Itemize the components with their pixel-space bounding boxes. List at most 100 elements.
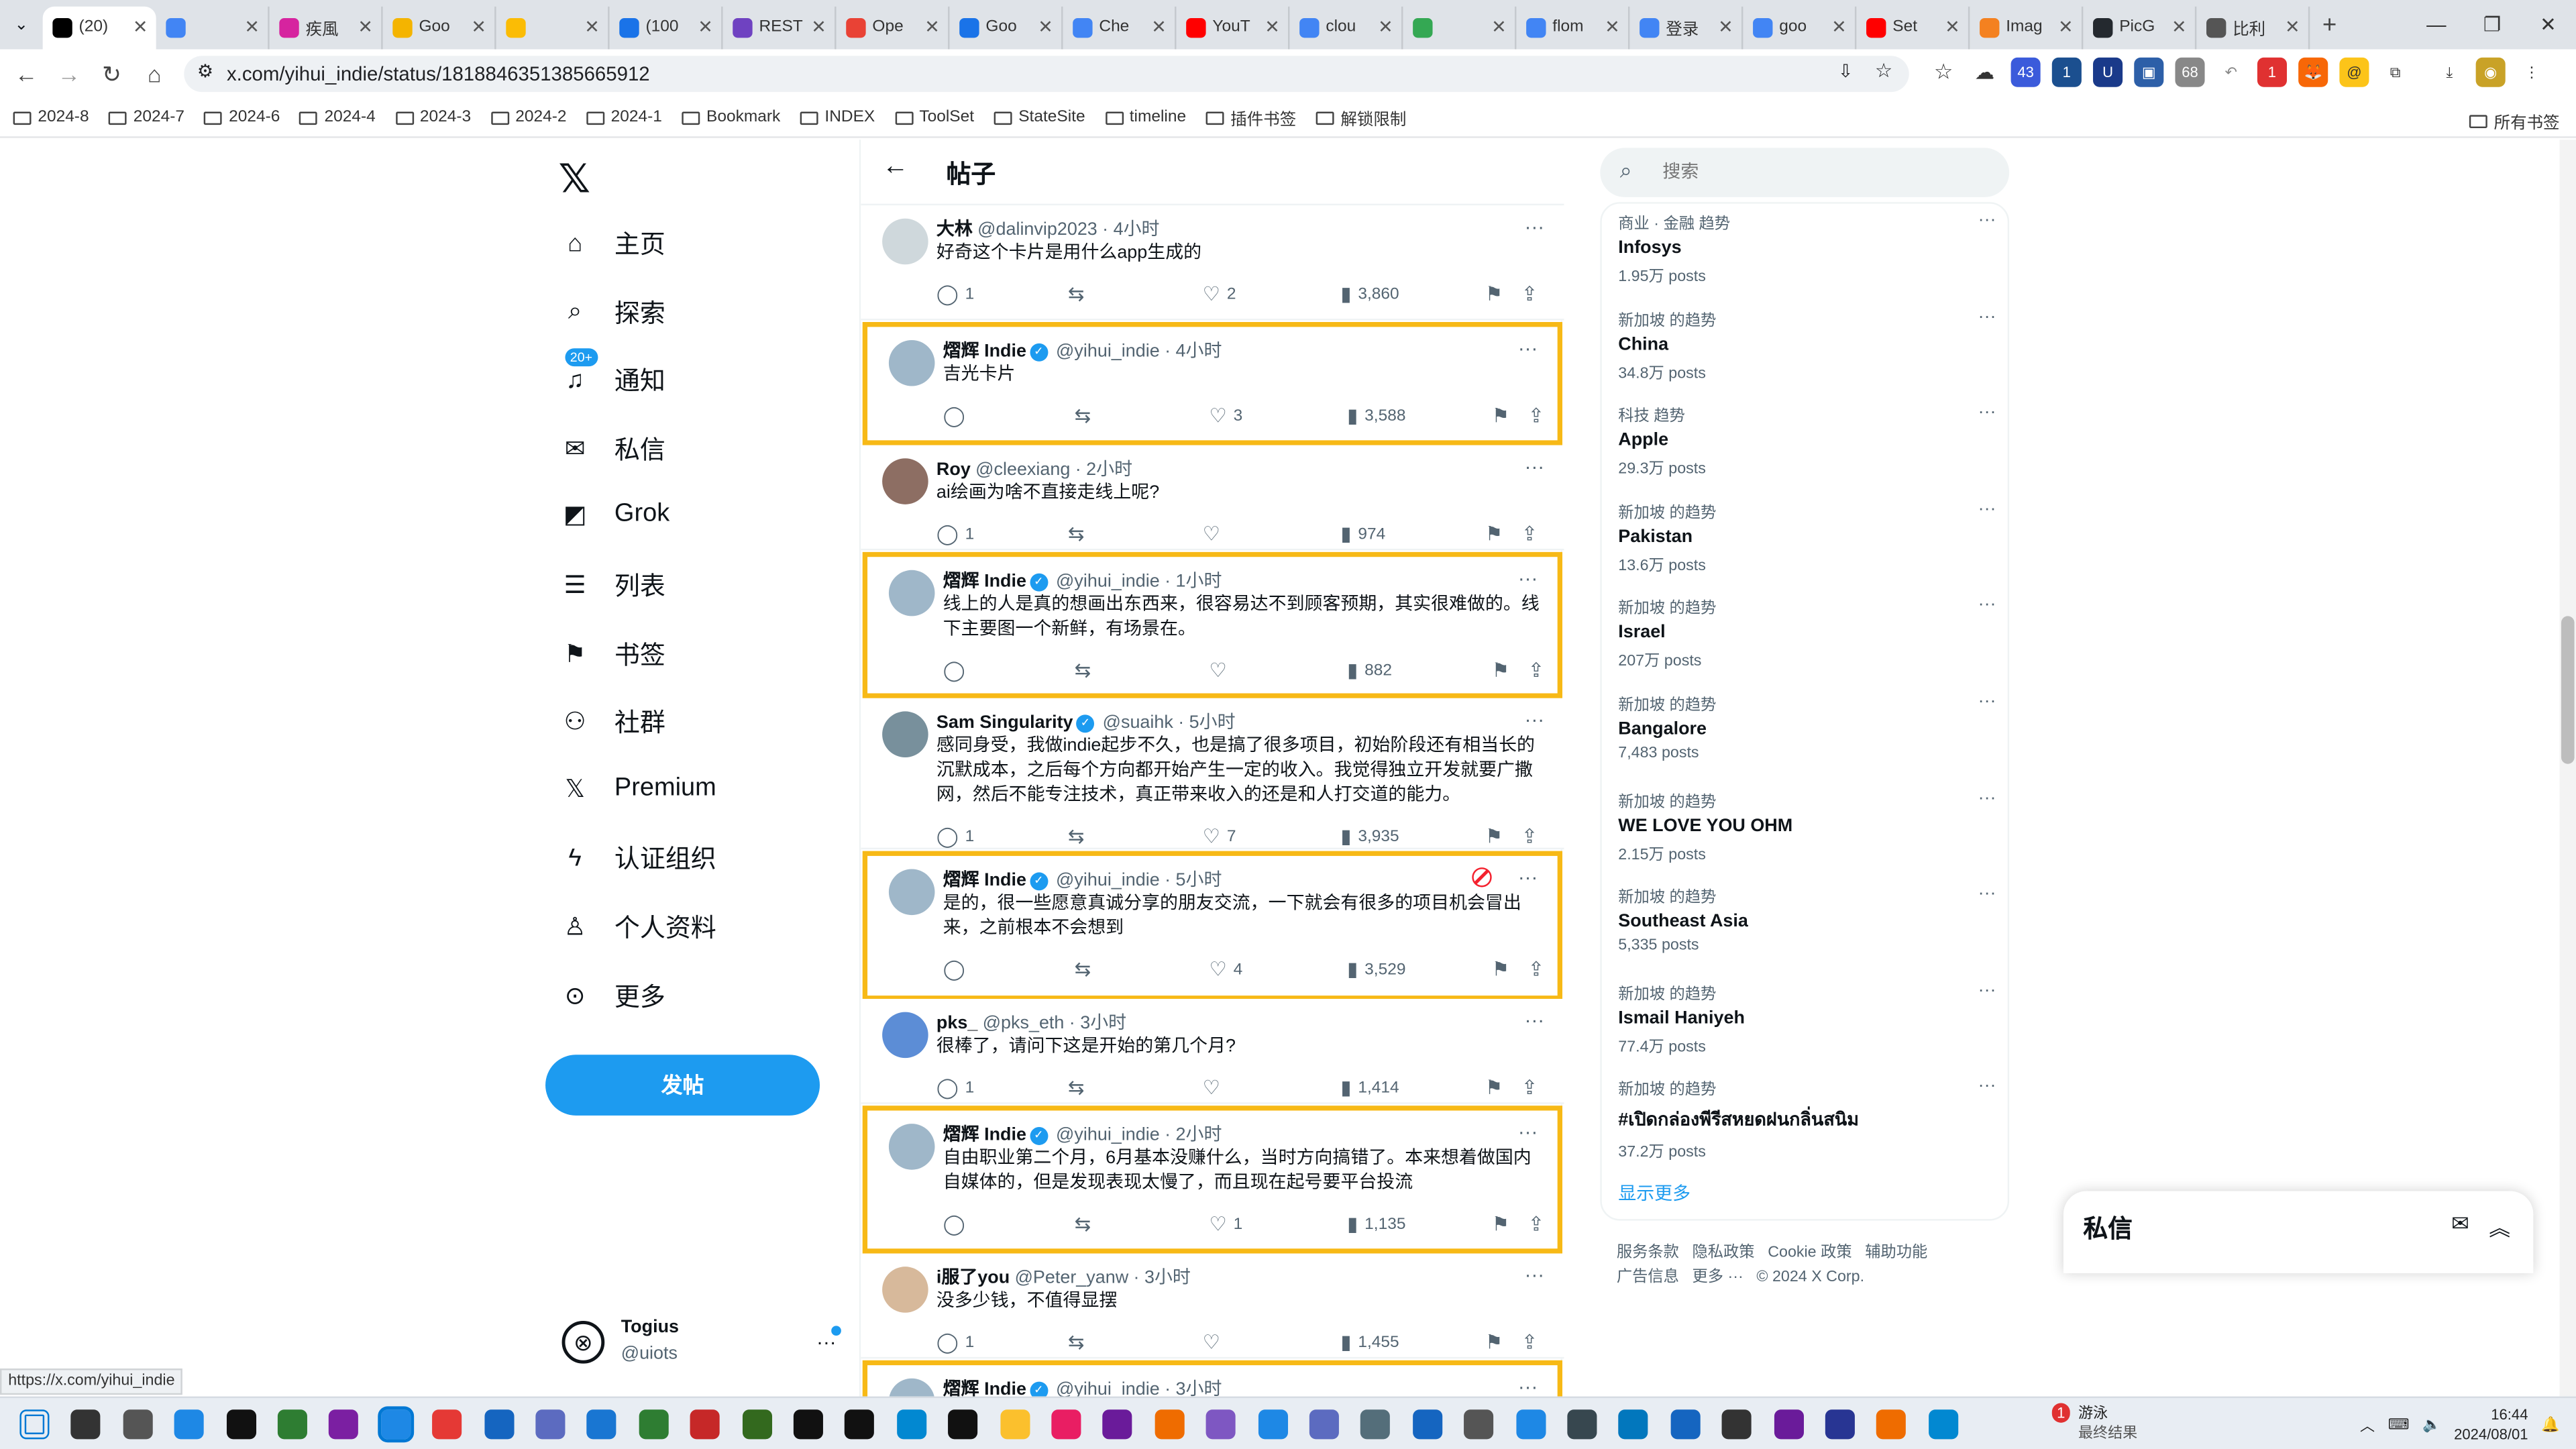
home-button[interactable]: ⌂ xyxy=(133,61,176,87)
app-icon[interactable] xyxy=(1722,1409,1752,1440)
close-tab-icon[interactable]: ✕ xyxy=(244,16,260,38)
browser-tab[interactable]: (20) ✕ xyxy=(42,5,156,49)
app-icon[interactable] xyxy=(1619,1409,1649,1440)
more-options-icon[interactable]: ··· xyxy=(1978,210,1996,229)
app-icon[interactable] xyxy=(1515,1409,1546,1440)
nav-item-0[interactable]: ⌂ 主页 xyxy=(559,225,665,262)
url-field[interactable]: ⚙ x.com/yihui_indie/status/1818846351385… xyxy=(184,56,1909,93)
app-icon[interactable] xyxy=(1825,1409,1855,1440)
bookmark-button[interactable]: ⚑ xyxy=(1492,958,1509,981)
tweet[interactable]: pks_ @pks_eth · 3小时 ··· 很棒了，请问下这是开始的第几个月? ◯ 1 ⇆… xyxy=(861,998,1564,1104)
extension-badge-b[interactable]: 1 xyxy=(2051,57,2082,87)
views-button[interactable]: ▮ 1,455 xyxy=(1340,1331,1399,1354)
close-tab-icon[interactable]: ✕ xyxy=(2171,16,2187,38)
like-button[interactable]: ♡ 4 xyxy=(1209,958,1242,981)
retweet-button[interactable]: ⇆ xyxy=(1068,282,1091,305)
tweet-time[interactable]: · 2小时 xyxy=(1165,1126,1222,1145)
tweet[interactable]: 熠辉 Indie ✓ @yihui_indie · 2小时 ··· 自由职业第二个月，6月… xyxy=(862,1106,1562,1254)
maximize-button[interactable]: ❐ xyxy=(2464,0,2520,49)
more-options-icon[interactable]: ··· xyxy=(1525,1009,1544,1032)
app-icon[interactable] xyxy=(896,1409,926,1440)
minimize-button[interactable]: — xyxy=(2408,0,2464,49)
new-tab-button[interactable]: + xyxy=(2310,11,2349,39)
bookmark-item[interactable]: 2024-6 xyxy=(204,109,280,127)
task-view-icon[interactable] xyxy=(123,1409,153,1440)
like-button[interactable]: ♡ 2 xyxy=(1203,282,1236,305)
more-options-icon[interactable]: ··· xyxy=(1518,1120,1538,1143)
star-icon[interactable]: ☆ xyxy=(1875,59,1892,82)
tweet[interactable]: 熠辉 Indie ✓ @yihui_indie · 5小时 ··· 是的，很一些愿意真诚分… xyxy=(862,851,1562,1001)
retweet-button[interactable]: ⇆ xyxy=(1068,824,1091,847)
bookmark-item[interactable]: 2024-1 xyxy=(586,109,662,127)
bookmark-button[interactable]: ⚑ xyxy=(1485,1331,1503,1354)
views-button[interactable]: ▮ 3,935 xyxy=(1340,824,1399,847)
tweet-handle[interactable]: @yihui_indie xyxy=(1056,871,1160,890)
bookmark-button[interactable]: ⚑ xyxy=(1492,659,1509,682)
close-tab-icon[interactable]: ✕ xyxy=(1151,16,1167,38)
profile-avatar-icon[interactable]: ◉ xyxy=(2475,57,2506,87)
share-button[interactable]: ⇪ xyxy=(1521,824,1538,847)
tab-search-button[interactable]: ⌄ xyxy=(0,15,43,34)
close-tab-icon[interactable]: ✕ xyxy=(2058,16,2074,38)
close-window-button[interactable]: ✕ xyxy=(2520,0,2576,49)
app-icon[interactable] xyxy=(1155,1409,1185,1440)
trend-item[interactable]: 商业 · 金融 趋势 Infosys 1.95万 posts ··· xyxy=(1618,210,1996,286)
reload-button[interactable]: ↻ xyxy=(91,60,133,88)
clock[interactable]: 16:44 2024/08/01 xyxy=(2454,1405,2528,1444)
more-options-icon[interactable]: ··· xyxy=(1525,1263,1544,1286)
browser-tab[interactable]: Che ✕ xyxy=(1063,5,1177,49)
tweet-author-name[interactable]: i服了you xyxy=(936,1269,1010,1288)
bookmark-item[interactable]: 2024-2 xyxy=(490,109,567,127)
app-icon[interactable] xyxy=(1206,1409,1236,1440)
page-scrollbar[interactable] xyxy=(2559,140,2576,1397)
reply-button[interactable]: ◯ 1 xyxy=(936,1331,974,1354)
browser-tab[interactable]: Goo ✕ xyxy=(383,5,496,49)
bookmark-item[interactable]: ToolSet xyxy=(894,109,974,127)
tweet-author-name[interactable]: Sam Singularity xyxy=(936,713,1073,733)
nav-item-5[interactable]: ☰ 列表 xyxy=(559,567,665,603)
chevron-up-icon[interactable]: ︿ xyxy=(2360,1413,2375,1435)
trend-item[interactable]: 新加坡 的趋势 #เปิดกล่องพีรีสหยดฝนกลิ่นสนิม 37.2… xyxy=(1618,1077,1996,1162)
reply-button[interactable]: ◯ 1 xyxy=(936,1076,974,1099)
browser-tab[interactable]: ✕ xyxy=(1403,5,1517,49)
store-icon[interactable] xyxy=(1412,1409,1442,1440)
download-icon[interactable]: ⤓ xyxy=(2434,57,2465,87)
like-button[interactable]: ♡ xyxy=(1203,1331,1227,1354)
tweet-author-name[interactable]: 大林 xyxy=(936,220,973,239)
footer-link[interactable]: 服务条款 xyxy=(1617,1244,1679,1262)
retweet-button[interactable]: ⇆ xyxy=(1075,1212,1097,1235)
close-tab-icon[interactable]: ✕ xyxy=(584,16,600,38)
browser-tab[interactable]: PicG ✕ xyxy=(2083,5,2197,49)
avatar[interactable] xyxy=(882,1267,928,1313)
like-button[interactable]: ♡ xyxy=(1209,659,1233,682)
bookmark-item[interactable]: timeline xyxy=(1104,109,1186,127)
post-button[interactable]: 发帖 xyxy=(545,1055,820,1116)
app-icon[interactable] xyxy=(1000,1409,1030,1440)
avatar[interactable] xyxy=(882,711,928,757)
browser-tab[interactable]: Set ✕ xyxy=(1856,5,1970,49)
more-options-icon[interactable]: ··· xyxy=(1518,567,1538,590)
footer-link[interactable]: 更多 ··· xyxy=(1693,1269,1743,1287)
app-icon[interactable] xyxy=(690,1409,720,1440)
terminal-icon[interactable] xyxy=(1670,1409,1701,1440)
bookmark-button[interactable]: ⚑ xyxy=(1485,523,1503,545)
app-icon[interactable] xyxy=(329,1409,359,1440)
close-tab-icon[interactable]: ✕ xyxy=(924,16,940,38)
reply-button[interactable]: ◯ 1 xyxy=(936,523,974,545)
tweet-author-name[interactable]: pks_ xyxy=(936,1014,977,1033)
account-switcher[interactable]: ⊗ Togius @uiots ··· xyxy=(561,1314,850,1380)
nav-item-7[interactable]: ⚇ 社群 xyxy=(559,704,665,740)
like-button[interactable]: ♡ 1 xyxy=(1209,1212,1242,1235)
trend-item[interactable]: 新加坡 的趋势 Bangalore 7,483 posts ··· xyxy=(1618,692,1996,762)
views-button[interactable]: ▮ 882 xyxy=(1347,659,1392,682)
browser-tab[interactable]: 疾風 ✕ xyxy=(270,5,383,49)
bookmark-item[interactable]: 2024-8 xyxy=(13,109,89,127)
tweet[interactable]: i服了you @Peter_yanw · 3小时 ··· 没多少钱，不值得显摆 ◯ 1 ⇆ ♡ ▮… xyxy=(861,1253,1564,1359)
browser-tab[interactable]: goo ✕ xyxy=(1743,5,1857,49)
tweet-handle[interactable]: @suaihk xyxy=(1103,713,1173,733)
app-icon[interactable] xyxy=(741,1409,772,1440)
weather-widget[interactable]: 1 游泳 最终结果 xyxy=(2045,1403,2137,1442)
close-tab-icon[interactable]: ✕ xyxy=(811,16,826,38)
bookmark-button[interactable]: ⚑ xyxy=(1485,282,1503,305)
nav-item-4[interactable]: ◩ Grok xyxy=(559,498,669,531)
